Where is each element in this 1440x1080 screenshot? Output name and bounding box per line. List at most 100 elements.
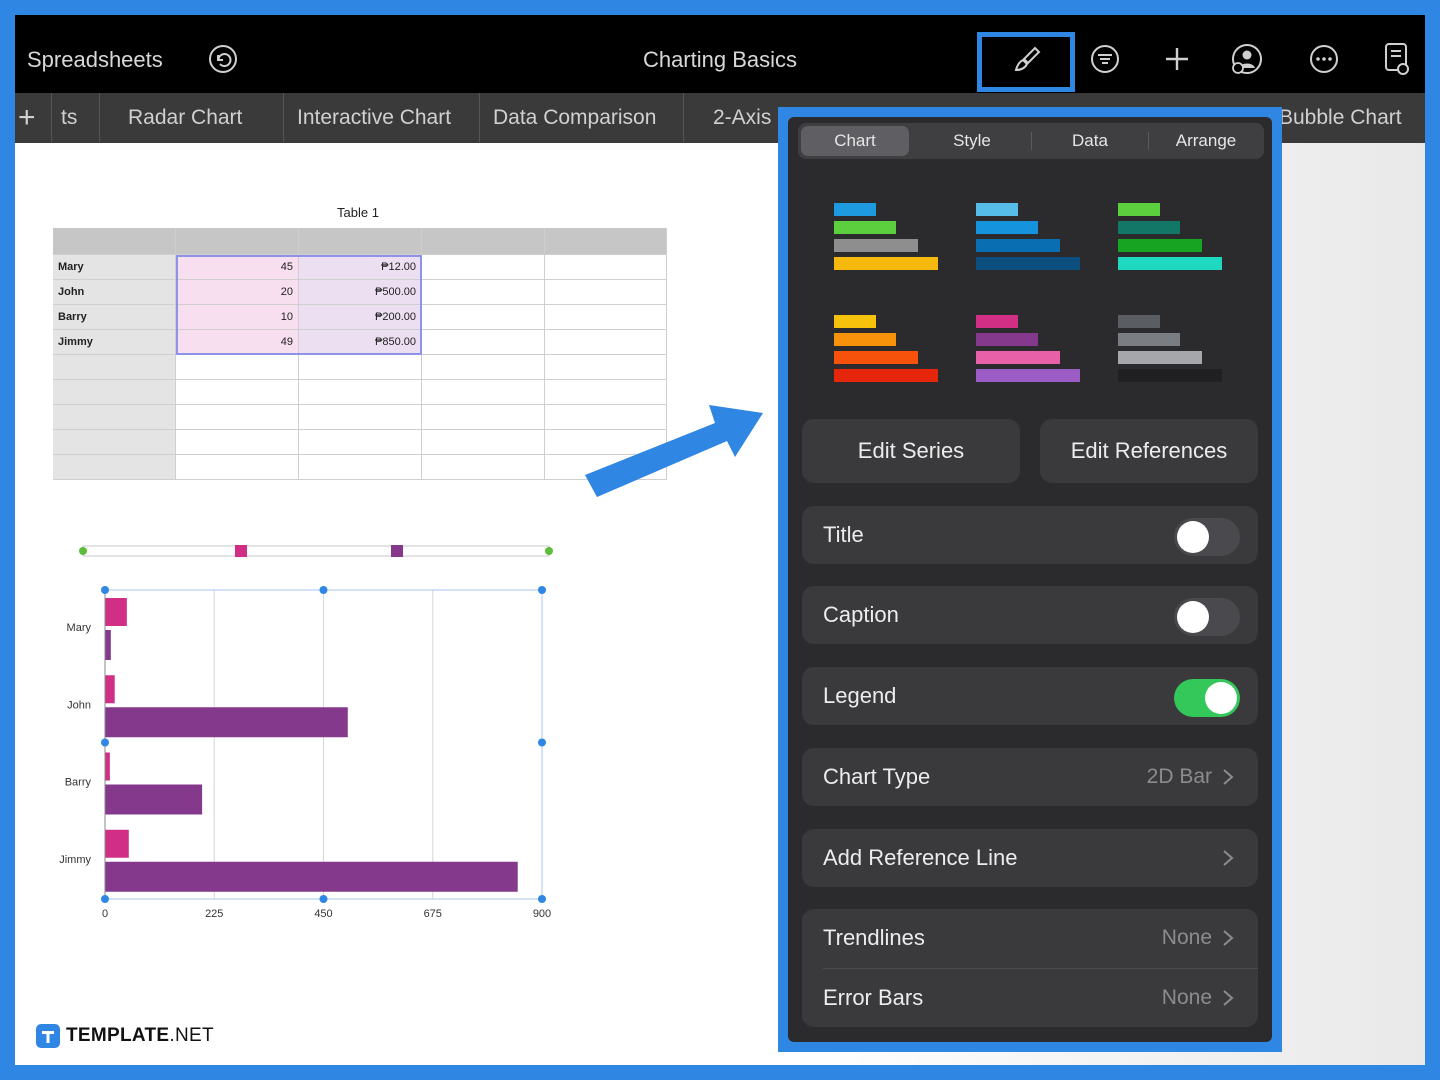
add-reference-line-label: Add Reference Line: [823, 845, 1018, 870]
paintbrush-icon[interactable]: [1009, 41, 1045, 77]
style-bar: [834, 203, 876, 216]
tab-bubble-chart[interactable]: Bubble Chart: [1279, 93, 1402, 143]
legend-toggle[interactable]: [1174, 679, 1240, 717]
chart-style-4[interactable]: [834, 315, 944, 395]
reader-icon[interactable]: [1379, 41, 1415, 77]
style-bar: [976, 315, 1018, 328]
table-cell[interactable]: [422, 455, 545, 480]
table-cell[interactable]: [422, 380, 545, 405]
header-cell[interactable]: [299, 228, 422, 255]
chart-style-5[interactable]: [976, 315, 1086, 395]
category-label: John: [67, 699, 91, 711]
template-net-logo: TEMPLATE.NET: [36, 1024, 214, 1048]
chart-style-1[interactable]: [834, 203, 944, 283]
x-tick-label: 225: [205, 908, 223, 920]
pointer-arrow: [585, 405, 763, 497]
resize-handle: [319, 895, 328, 903]
error-bars-row[interactable]: Error Bars None: [802, 969, 1258, 1027]
plus-icon[interactable]: [1159, 41, 1195, 77]
table-cell[interactable]: [176, 355, 299, 380]
row-name-cell[interactable]: Jimmy: [53, 330, 176, 355]
style-bar: [976, 333, 1038, 346]
trendlines-label: Trendlines: [823, 925, 925, 950]
error-bars-label: Error Bars: [823, 985, 924, 1010]
chart-style-3[interactable]: [1118, 203, 1228, 283]
bar-chart[interactable]: 0 225 450 675 900 Mary John Barry Jimmy: [45, 540, 585, 940]
table-cell[interactable]: [422, 280, 545, 305]
table-cell[interactable]: [545, 305, 667, 330]
table-cell[interactable]: [176, 455, 299, 480]
tab-interactive-chart[interactable]: Interactive Chart: [297, 93, 451, 143]
tab-chart[interactable]: Chart: [801, 126, 909, 156]
row-name-cell[interactable]: John: [53, 280, 176, 305]
header-cell[interactable]: [422, 228, 545, 255]
chart-style-6[interactable]: [1118, 315, 1228, 395]
table-cell[interactable]: [422, 330, 545, 355]
legend-swatch-2: [391, 545, 403, 557]
edit-references-button[interactable]: Edit References: [1040, 419, 1258, 483]
tab-2-axis[interactable]: 2-Axis: [713, 93, 771, 143]
table-cell[interactable]: [545, 255, 667, 280]
table-cell[interactable]: [545, 280, 667, 305]
table-cell[interactable]: [299, 380, 422, 405]
tab-radar-chart[interactable]: Radar Chart: [128, 93, 242, 143]
table-cell[interactable]: [422, 255, 545, 280]
chart-type-label: Chart Type: [823, 764, 931, 789]
table-cell[interactable]: [176, 405, 299, 430]
chart-type-value: 2D Bar: [1146, 765, 1212, 788]
resize-handle: [538, 586, 546, 594]
row-name-cell[interactable]: Mary: [53, 255, 176, 280]
filter-icon[interactable]: [1087, 41, 1123, 77]
chart-type-row[interactable]: Chart Type 2D Bar: [802, 748, 1258, 806]
table-cell[interactable]: [422, 305, 545, 330]
table-cell[interactable]: [53, 380, 176, 405]
chart-style-2[interactable]: [976, 203, 1086, 283]
style-bar: [976, 203, 1018, 216]
table-cell[interactable]: [545, 330, 667, 355]
table-cell[interactable]: [299, 405, 422, 430]
table-cell[interactable]: [299, 355, 422, 380]
table-cell[interactable]: [299, 430, 422, 455]
header-cell[interactable]: [176, 228, 299, 255]
table-cell[interactable]: [176, 380, 299, 405]
error-bars-value: None: [1161, 986, 1212, 1009]
format-tabs: Chart Style Data Arrange: [798, 123, 1264, 159]
tab-style[interactable]: Style: [918, 126, 1026, 156]
status-bar: [15, 15, 1425, 23]
table-cell[interactable]: [422, 405, 545, 430]
legend-swatch-1: [235, 545, 247, 557]
format-panel: Chart Style Data Arrange Edit Series Edi…: [788, 117, 1272, 1042]
tab-charts[interactable]: ts: [61, 93, 77, 143]
style-bar: [1118, 239, 1202, 252]
style-bar: [976, 369, 1080, 382]
header-cell[interactable]: [545, 228, 667, 255]
table-cell[interactable]: [53, 455, 176, 480]
top-toolbar: Spreadsheets Charting Basics: [15, 23, 1425, 93]
tab-data-comparison[interactable]: Data Comparison: [493, 93, 656, 143]
chevron-right-icon: [1223, 769, 1234, 785]
tab-arrange[interactable]: Arrange: [1152, 126, 1260, 156]
edit-series-button[interactable]: Edit Series: [802, 419, 1020, 483]
x-tick-label: 0: [102, 908, 108, 920]
row-name-cell[interactable]: Barry: [53, 305, 176, 330]
table-cell[interactable]: [176, 430, 299, 455]
table-cell[interactable]: [422, 430, 545, 455]
cell-selection: [176, 255, 422, 355]
template-logo-icon: [36, 1024, 60, 1048]
add-sheet-button[interactable]: +: [18, 93, 36, 143]
add-reference-line-row[interactable]: Add Reference Line: [802, 829, 1258, 887]
header-cell[interactable]: [53, 228, 176, 255]
caption-toggle[interactable]: [1174, 598, 1240, 636]
style-bar: [834, 315, 876, 328]
more-icon[interactable]: [1306, 41, 1342, 77]
trendlines-row[interactable]: Trendlines None: [802, 909, 1258, 967]
table-cell[interactable]: [299, 455, 422, 480]
table-cell[interactable]: [53, 430, 176, 455]
collaborate-icon[interactable]: [1229, 41, 1265, 77]
table-cell[interactable]: [422, 355, 545, 380]
title-toggle[interactable]: [1174, 518, 1240, 556]
style-bar: [1118, 203, 1160, 216]
table-cell[interactable]: [53, 355, 176, 380]
table-cell[interactable]: [53, 405, 176, 430]
tab-data[interactable]: Data: [1036, 126, 1144, 156]
